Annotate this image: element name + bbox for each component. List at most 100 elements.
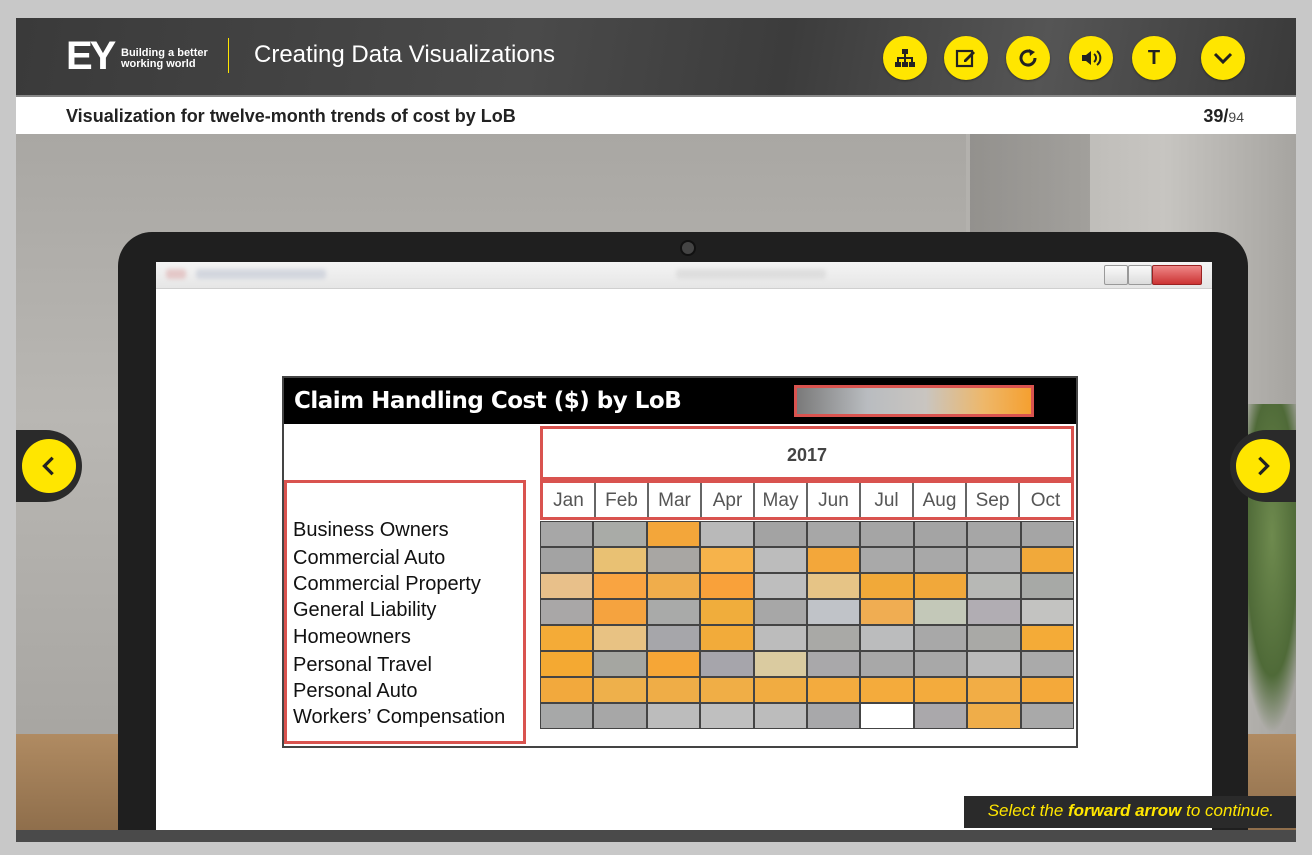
lob-label: Commercial Property (293, 573, 481, 595)
heatmap-cell (967, 599, 1021, 625)
heatmap-cell (753, 573, 808, 599)
heatmap-cell (1020, 677, 1075, 703)
header-divider (228, 38, 229, 73)
heatmap-cell (700, 521, 754, 547)
heatmap-cell (700, 703, 754, 729)
page-counter: 39/94 (1203, 106, 1244, 126)
heatmap-cell (807, 573, 861, 599)
app-icon (166, 269, 186, 279)
chevron-right-icon (1236, 439, 1290, 493)
course-player: EY Building a better working world Creat… (16, 18, 1296, 842)
heatmap-row (540, 573, 1075, 599)
laptop-screen: Claim Handling Cost ($) by LoB 2017 Jan F… (156, 262, 1212, 842)
heatmap-cell (967, 651, 1021, 677)
heatmap-cell (753, 703, 808, 729)
heatmap-cell (1020, 573, 1075, 599)
heatmap-cell (1020, 521, 1075, 547)
replay-button[interactable] (1006, 36, 1050, 80)
month-header: Jan (543, 483, 596, 517)
header-bar: EY Building a better working world Creat… (16, 18, 1296, 95)
heatmap-row (540, 599, 1075, 625)
heatmap-cell (646, 677, 701, 703)
minimize-button[interactable] (1104, 265, 1128, 285)
heatmap-cell (540, 521, 594, 547)
restore-button[interactable] (1128, 265, 1152, 285)
heatmap-cell (753, 625, 808, 651)
month-header: Mar (649, 483, 702, 517)
transcript-button[interactable]: T (1132, 36, 1176, 80)
chevron-left-icon (22, 439, 76, 493)
heatmap-cell (860, 651, 914, 677)
month-header: Feb (596, 483, 649, 517)
heatmap-cell (593, 573, 647, 599)
chart-header: Claim Handling Cost ($) by LoB (284, 378, 1076, 424)
heatmap-cell (860, 599, 914, 625)
heatmap-cell (913, 651, 968, 677)
heatmap-cell (807, 625, 861, 651)
heatmap-cell (860, 547, 914, 573)
heatmap-cell (593, 599, 647, 625)
heatmap-cell (753, 651, 808, 677)
heatmap-cell (1020, 599, 1075, 625)
lob-label: General Liability (293, 599, 437, 621)
heatmap-cell (540, 547, 594, 573)
heatmap-cell (540, 651, 594, 677)
heatmap-cell (913, 521, 968, 547)
chart-title: Claim Handling Cost ($) by LoB (294, 388, 682, 414)
heatmap-cell (967, 703, 1021, 729)
heatmap-cell (700, 677, 754, 703)
heatmap-cell (1020, 703, 1075, 729)
heatmap-cell (700, 547, 754, 573)
month-header: May (755, 483, 808, 517)
month-header: Oct (1030, 490, 1061, 511)
heatmap-cell (860, 625, 914, 651)
lob-label: Workers’ Compensation (293, 706, 506, 728)
heatmap-cell (967, 521, 1021, 547)
heatmap-cell (646, 651, 701, 677)
heatmap-row (540, 521, 1075, 547)
audio-button[interactable] (1069, 36, 1113, 80)
heatmap-cell (753, 547, 808, 573)
heatmap-cell (967, 625, 1021, 651)
menu-toggle-button[interactable] (1201, 36, 1245, 80)
heatmap-cell (913, 677, 968, 703)
heatmap-cell (646, 625, 701, 651)
heatmap-cell (807, 677, 861, 703)
notes-button[interactable] (944, 36, 988, 80)
heatmap-row (540, 625, 1075, 651)
sitemap-button[interactable] (883, 36, 927, 80)
heatmap-cell (646, 703, 701, 729)
heatmap-cell (593, 521, 647, 547)
heatmap-cell (913, 573, 968, 599)
heatmap-cell (593, 677, 647, 703)
heatmap-cell (540, 703, 594, 729)
heatmap-cell (860, 573, 914, 599)
notes-icon (955, 49, 975, 68)
app-window-title (676, 269, 826, 279)
heatmap-cell (540, 599, 594, 625)
heatmap-cell (700, 625, 754, 651)
heatmap-cell (540, 573, 594, 599)
month-header: Jun (808, 483, 861, 517)
next-button[interactable] (1230, 430, 1296, 502)
heatmap-chart: Claim Handling Cost ($) by LoB 2017 Jan F… (282, 376, 1078, 748)
slide-title-bar: Visualization for twelve-month trends of… (16, 95, 1296, 134)
transcript-icon: T (1147, 46, 1161, 69)
year-header: 2017 (540, 426, 1074, 480)
heatmap-row (540, 703, 1075, 729)
heatmap-cell (860, 521, 914, 547)
lob-label: Business Owners (293, 519, 449, 541)
heatmap-cell (700, 573, 754, 599)
heatmap-cell (646, 547, 701, 573)
month-headers: Jan Feb Mar Apr May Jun Jul Aug Sep Oct (540, 480, 1074, 520)
year-label: 2017 (786, 445, 828, 465)
heatmap-row (540, 677, 1075, 703)
heatmap-cell (753, 677, 808, 703)
heatmap-cell (646, 521, 701, 547)
color-legend (794, 385, 1034, 417)
heatmap-cell (913, 625, 968, 651)
player-bottom-edge (16, 830, 1296, 842)
heatmap-cell (913, 703, 968, 729)
total-pages: 94 (1228, 109, 1244, 125)
close-button[interactable] (1152, 265, 1202, 285)
